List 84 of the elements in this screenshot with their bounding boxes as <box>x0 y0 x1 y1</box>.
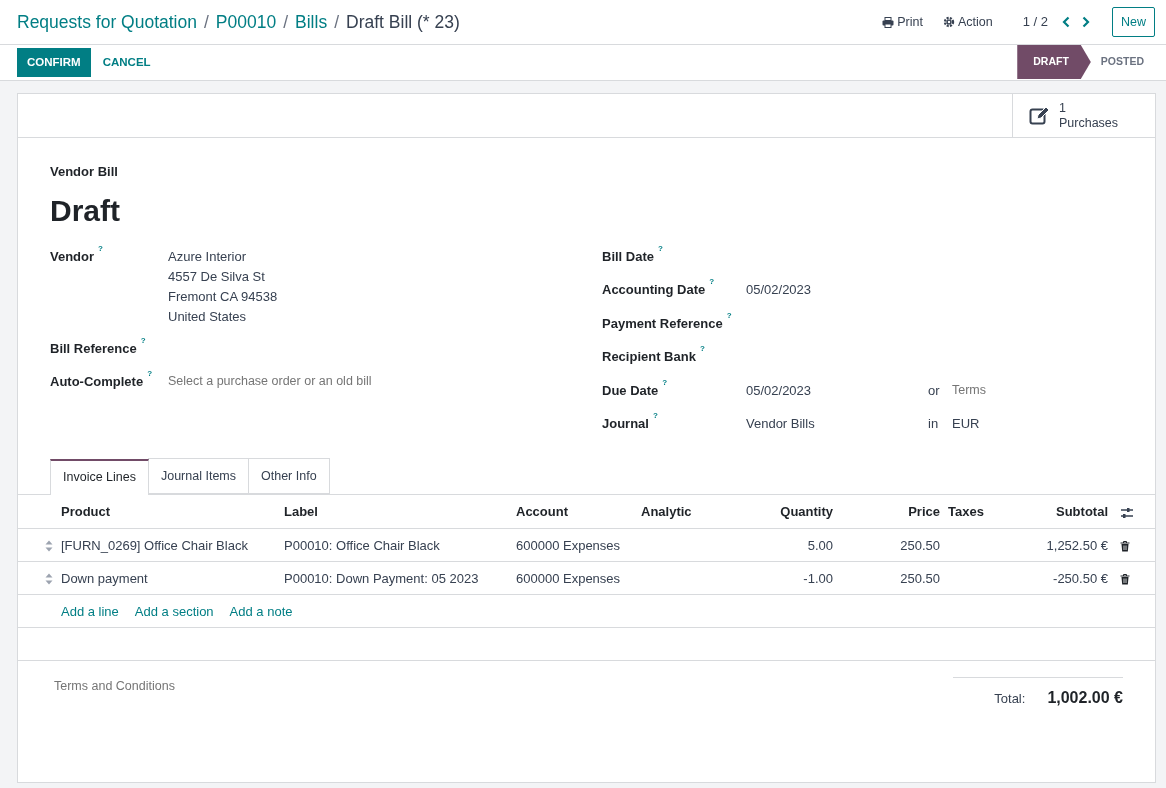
column-header: Label <box>280 494 512 529</box>
sort-handle-icon <box>45 573 53 586</box>
address-line: Azure Interior <box>168 247 248 266</box>
smart-label: Purchases <box>1059 115 1119 131</box>
help-mark[interactable]: ? <box>658 244 663 253</box>
chevron-left-icon <box>1062 16 1070 28</box>
column-header: Subtotal <box>1000 494 1112 529</box>
help-mark[interactable]: ? <box>709 278 715 286</box>
breadcrumb-link[interactable]: P00010 <box>215 8 277 36</box>
help-mark[interactable]: ? <box>699 345 705 353</box>
breadcrumb-link[interactable]: Requests for Quotation <box>17 8 197 36</box>
table-cell: 1,252.50 € <box>1046 537 1108 553</box>
field-value: Vendor Bills <box>746 416 815 431</box>
table-cell: -250.50 € <box>1053 570 1108 586</box>
field-label: Payment Reference <box>602 314 723 333</box>
cancel-button[interactable]: CANCEL <box>90 47 163 78</box>
edit-icon <box>1029 105 1051 126</box>
column-header: Product <box>57 494 280 529</box>
sliders-icon <box>1120 506 1134 519</box>
column-header: Account <box>512 494 637 529</box>
breadcrumb-link[interactable]: Bills <box>295 8 328 36</box>
field-label: Recipient Bank <box>602 348 696 366</box>
breadcrumb-separator: / <box>334 10 340 34</box>
breadcrumb-separator: / <box>283 10 289 34</box>
help-mark[interactable]: ? <box>662 378 668 387</box>
sort-handle-icon <box>45 540 53 553</box>
printer-icon <box>882 16 895 28</box>
field-label: Bill Reference <box>50 339 137 358</box>
chevron-right-icon <box>1082 16 1090 28</box>
field-label: Vendor <box>50 247 95 266</box>
column-header: Price <box>837 494 944 529</box>
help-mark[interactable]: ? <box>147 370 153 378</box>
total-label: Total: <box>994 689 1026 708</box>
tab[interactable]: Other Info <box>248 457 330 495</box>
address-line: Fremont CA 94538 <box>168 287 278 306</box>
record-title: Draft <box>50 192 121 229</box>
table-cell: -1.00 <box>803 570 833 586</box>
tab[interactable]: Journal Items <box>147 457 249 495</box>
field-label: Auto-Complete <box>50 373 144 391</box>
table-cell: 600000 Expenses <box>516 570 621 586</box>
help-mark[interactable]: ? <box>726 311 732 320</box>
table-cell: Down payment <box>61 570 148 586</box>
field-label: Bill Date <box>602 247 654 266</box>
smart-count: 1 <box>1059 100 1067 116</box>
help-mark[interactable]: ? <box>140 336 146 345</box>
field-value: 05/02/2023 <box>746 282 812 297</box>
add-line-link[interactable]: Add a line <box>61 603 119 619</box>
add-line-link[interactable]: Add a note <box>229 603 293 619</box>
confirm-button[interactable]: CONFIRM <box>17 47 91 78</box>
address-line: 4557 De Silva St <box>168 267 266 286</box>
field-joiner: or <box>928 381 941 400</box>
tab[interactable]: Invoice Lines <box>50 458 149 496</box>
trash-icon <box>1120 573 1130 585</box>
breadcrumb-separator: / <box>203 10 209 34</box>
new-button[interactable]: New <box>1112 6 1155 38</box>
column-header: Taxes <box>944 494 1000 529</box>
currency-value: EUR <box>952 415 980 433</box>
table-cell: 250.50 <box>900 537 940 553</box>
print-button[interactable]: Print <box>876 12 929 32</box>
status-stage[interactable]: DRAFT <box>1017 45 1091 79</box>
help-mark[interactable]: ? <box>652 412 658 420</box>
address-line: United States <box>168 307 248 326</box>
field-joiner: in <box>928 415 940 433</box>
table-cell: 5.00 <box>807 537 833 553</box>
column-header: Analytic <box>637 494 700 529</box>
field-label: Accounting Date <box>602 281 706 299</box>
column-header: Quantity <box>700 494 837 529</box>
help-mark[interactable]: ? <box>98 244 103 253</box>
pager-value: 1 / 2 <box>1022 13 1048 32</box>
field-value: 05/02/2023 <box>746 382 812 398</box>
gear-icon <box>942 16 955 28</box>
table-cell: 250.50 <box>900 570 940 586</box>
add-line-link[interactable]: Add a section <box>134 603 214 619</box>
field-label: Due Date <box>602 381 659 400</box>
total-value: 1,002.00 € <box>1047 688 1123 709</box>
trash-icon <box>1120 540 1130 552</box>
action-button[interactable]: Action <box>936 12 999 32</box>
table-cell: 600000 Expenses <box>516 537 621 553</box>
table-cell: P00010: Down Payment: 05 2023 <box>284 570 479 586</box>
table-cell: [FURN_0269] Office Chair Black <box>61 537 248 553</box>
field-label: Journal <box>602 415 649 433</box>
table-cell: P00010: Office Chair Black <box>284 537 440 553</box>
form-subtitle: Vendor Bill <box>50 163 119 181</box>
breadcrumb-current: Draft Bill (* 23) <box>346 10 460 34</box>
